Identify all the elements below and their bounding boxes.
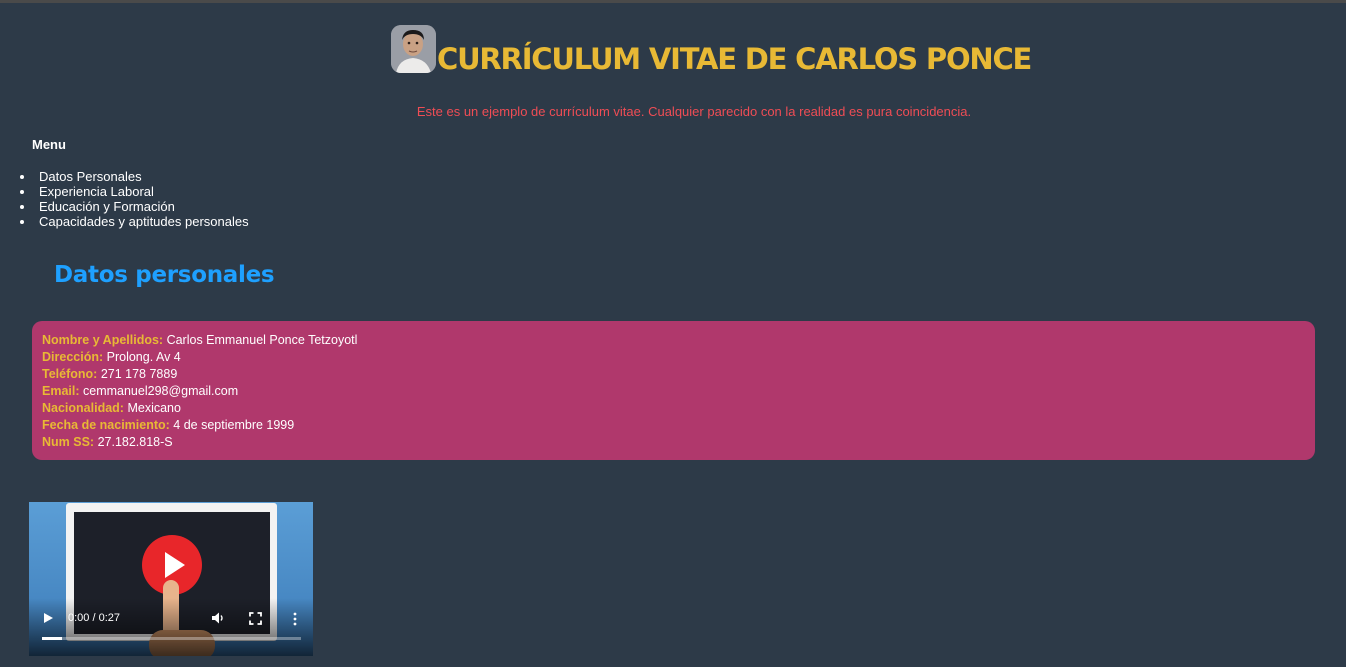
- row-label: Nombre y Apellidos:: [42, 333, 164, 347]
- video-progress-bar[interactable]: [42, 637, 301, 640]
- row-value: cemmanuel298@gmail.com: [83, 384, 239, 398]
- row-label: Dirección:: [42, 350, 104, 364]
- play-icon[interactable]: [44, 613, 53, 623]
- personal-row-nacionalidad: Nacionalidad: Mexicano: [42, 400, 1305, 417]
- menu-item-educacion-formacion[interactable]: Educación y Formación: [0, 199, 249, 214]
- menu-item-experiencia-laboral[interactable]: Experiencia Laboral: [0, 184, 249, 199]
- section-heading-datos-personales: Datos personales: [54, 262, 275, 288]
- menu-list: Datos Personales Experiencia Laboral Edu…: [0, 169, 249, 229]
- row-value: 27.182.818-S: [97, 435, 173, 449]
- personal-row-num-ss: Num SS: 27.182.818-S: [42, 434, 1305, 451]
- personal-row-direccion: Dirección: Prolong. Av 4: [42, 349, 1305, 366]
- menu-title: Menu: [32, 137, 66, 152]
- avatar: [391, 25, 436, 73]
- fullscreen-icon[interactable]: [249, 612, 262, 625]
- row-label: Email:: [42, 384, 80, 398]
- video-time: 0:00 / 0:27: [68, 612, 120, 624]
- personal-row-email: Email: cemmanuel298@gmail.com: [42, 383, 1305, 400]
- video-controls-bar: [29, 598, 313, 656]
- row-value: 4 de septiembre 1999: [173, 418, 295, 432]
- browser-top-border: [0, 0, 1346, 3]
- video-progress-fill: [42, 637, 62, 640]
- row-label: Nacionalidad:: [42, 401, 124, 415]
- menu-item-datos-personales[interactable]: Datos Personales: [0, 169, 249, 184]
- row-value: Mexicano: [127, 401, 181, 415]
- row-value: Prolong. Av 4: [106, 350, 181, 364]
- personal-row-telefono: Teléfono: 271 178 7889: [42, 366, 1305, 383]
- personal-row-fecha-nacimiento: Fecha de nacimiento: 4 de septiembre 199…: [42, 417, 1305, 434]
- video-player[interactable]: 0:00 / 0:27: [29, 502, 313, 656]
- menu-item-capacidades-aptitudes[interactable]: Capacidades y aptitudes personales: [0, 214, 249, 229]
- volume-icon[interactable]: [211, 611, 225, 625]
- page-subtitle: Este es un ejemplo de currículum vitae. …: [416, 104, 972, 119]
- personal-data-card: Nombre y Apellidos: Carlos Emmanuel Ponc…: [32, 321, 1315, 460]
- more-vert-icon[interactable]: [292, 612, 298, 626]
- page-title: CURRÍCULUM VITAE DE CARLOS PONCE: [437, 42, 1032, 76]
- row-label: Fecha de nacimiento:: [42, 418, 170, 432]
- row-value: Carlos Emmanuel Ponce Tetzoyotl: [166, 333, 358, 347]
- page-header: CURRÍCULUM VITAE DE CARLOS PONCE: [0, 24, 1346, 76]
- row-label: Teléfono:: [42, 367, 98, 381]
- row-value: 271 178 7889: [100, 367, 178, 381]
- personal-row-nombre: Nombre y Apellidos: Carlos Emmanuel Ponc…: [42, 332, 1305, 349]
- row-label: Num SS:: [42, 435, 95, 449]
